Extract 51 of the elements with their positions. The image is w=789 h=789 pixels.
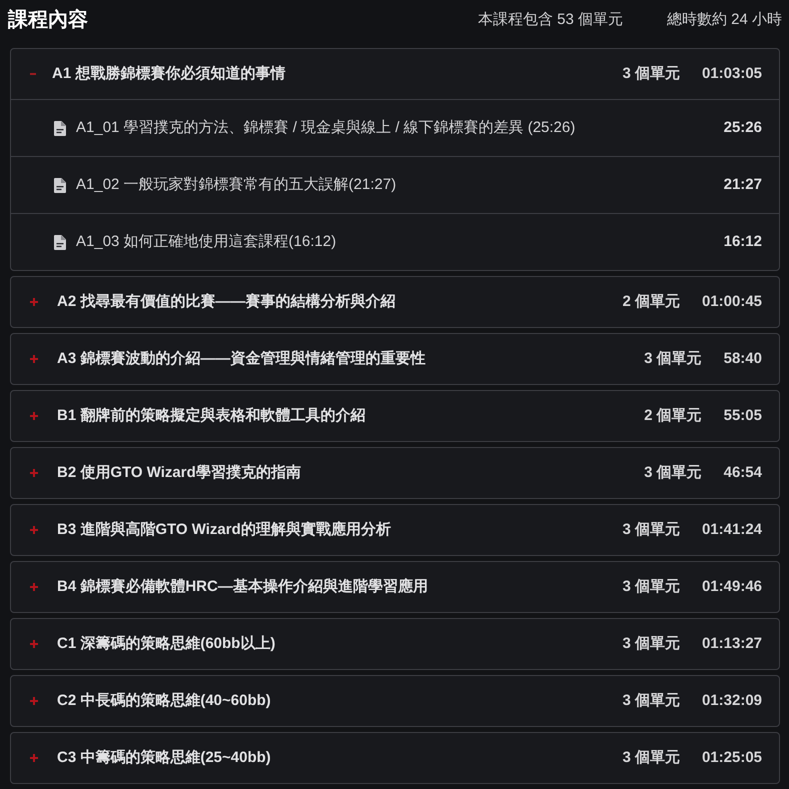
lecture-link[interactable]: A1_02 一般玩家對錦標賽常有的五大誤解(21:27) xyxy=(76,174,396,196)
section-duration: 01:03:05 xyxy=(702,64,762,84)
section-duration: 01:13:27 xyxy=(702,634,762,654)
section-duration: 55:05 xyxy=(724,406,762,426)
lecture-duration: 21:27 xyxy=(724,174,762,195)
section-title[interactable]: B2 使用GTO Wizard學習撲克的指南 xyxy=(57,462,301,484)
plus-icon[interactable] xyxy=(30,469,38,477)
lecture-link[interactable]: A1_01 學習撲克的方法、錦標賽 / 現金桌與線上 / 線下錦標賽的差異 (25:26) xyxy=(76,116,576,140)
unit-count: 3 個單元 xyxy=(622,634,680,654)
section-title[interactable]: C1 深籌碼的策略思維(60bb以上) xyxy=(57,632,276,656)
plus-icon[interactable] xyxy=(30,583,38,591)
unit-count: 3 個單元 xyxy=(622,520,680,540)
section-duration: 01:49:46 xyxy=(702,576,762,597)
document-icon xyxy=(54,234,66,250)
lecture-link[interactable]: A1_03 如何正確地使用這套課程(16:12) xyxy=(76,230,336,254)
document-icon xyxy=(54,120,66,136)
unit-total: 本課程包含 53 個單元 xyxy=(478,10,623,30)
unit-count: 2 個單元 xyxy=(644,406,702,426)
section-title[interactable]: B4 錦標賽必備軟體HRC—基本操作介紹與進階學習應用 xyxy=(57,576,428,598)
section-duration: 01:32:09 xyxy=(702,690,762,711)
document-icon xyxy=(54,178,66,192)
lecture-duration: 25:26 xyxy=(724,118,762,138)
unit-count: 2 個單元 xyxy=(622,292,680,312)
section-duration: 01:41:24 xyxy=(702,520,762,540)
section-title[interactable]: A1 想戰勝錦標賽你必須知道的事情 xyxy=(52,62,286,86)
section-duration: 46:54 xyxy=(724,462,762,483)
section-title[interactable]: C3 中籌碼的策略思維(25~40bb) xyxy=(57,746,271,770)
plus-icon[interactable] xyxy=(30,355,38,363)
hours-total: 總時數約 24 小時 xyxy=(666,10,782,30)
lecture-duration: 16:12 xyxy=(724,232,762,252)
section-title[interactable]: A3 錦標賽波動的介紹——資金管理與情緒管理的重要性 xyxy=(57,348,426,370)
section-title[interactable]: C2 中長碼的策略思維(40~60bb) xyxy=(57,690,271,712)
plus-icon[interactable] xyxy=(30,697,38,705)
plus-icon[interactable] xyxy=(30,298,38,306)
unit-count: 3 個單元 xyxy=(644,348,702,369)
section-title[interactable]: A2 找尋最有價值的比賽——賽事的結構分析與介紹 xyxy=(57,290,396,314)
plus-icon[interactable] xyxy=(30,412,38,420)
section-title[interactable]: B3 進階與高階GTO Wizard的理解與實戰應用分析 xyxy=(57,518,391,542)
plus-icon[interactable] xyxy=(30,640,38,648)
section-duration: 01:00:45 xyxy=(702,292,762,312)
unit-count: 3 個單元 xyxy=(622,576,680,597)
unit-count: 3 個單元 xyxy=(622,748,680,768)
section-duration: 58:40 xyxy=(724,348,762,369)
unit-count: 3 個單元 xyxy=(622,690,680,711)
plus-icon[interactable] xyxy=(30,754,38,762)
unit-count: 3 個單元 xyxy=(622,64,680,84)
section-duration: 01:25:05 xyxy=(702,748,762,768)
section-title[interactable]: B1 翻牌前的策略擬定與表格和軟體工具的介紹 xyxy=(57,404,366,428)
unit-count: 3 個單元 xyxy=(644,462,702,483)
plus-icon[interactable] xyxy=(30,526,38,534)
page-title: 課程內容 xyxy=(8,8,88,33)
